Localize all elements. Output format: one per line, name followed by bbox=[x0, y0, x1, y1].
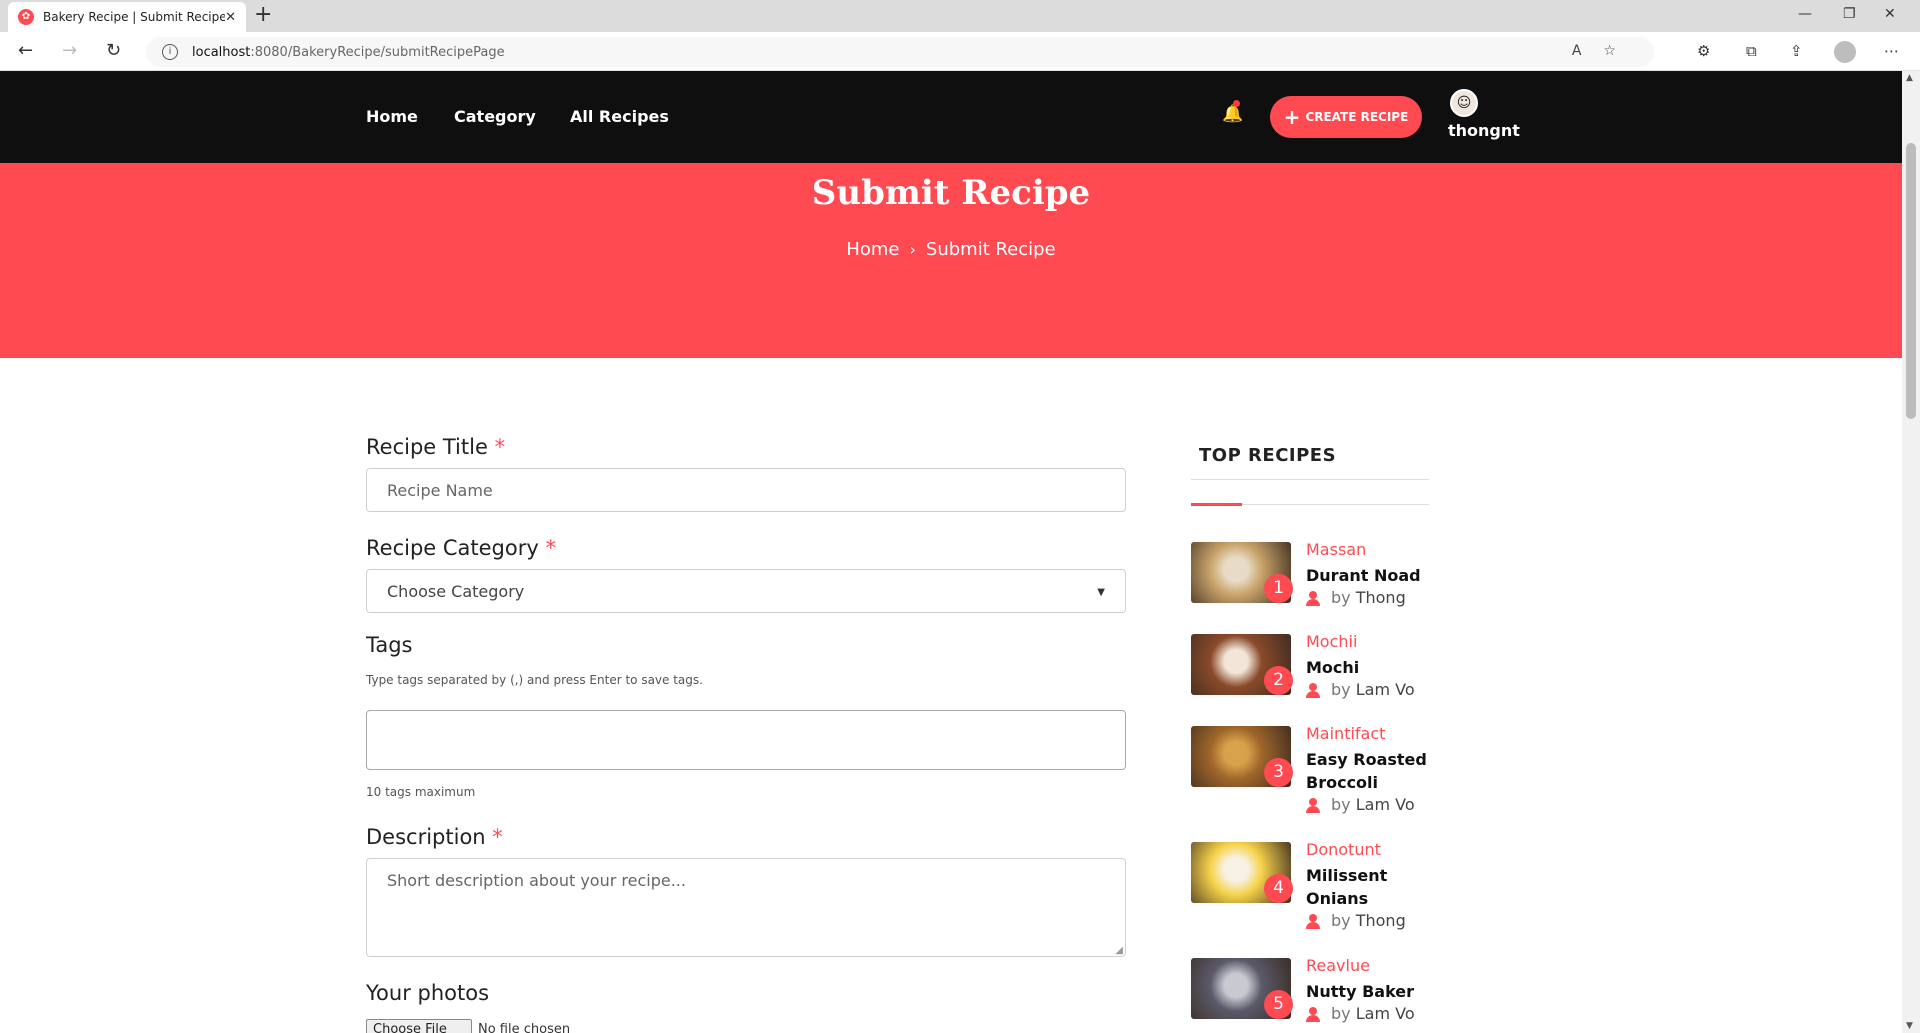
bakery-logo-icon: ✿ bbox=[18, 9, 34, 25]
user-icon bbox=[1306, 797, 1320, 813]
description-label: Description * bbox=[366, 825, 503, 849]
new-tab-icon[interactable]: + bbox=[254, 4, 272, 26]
reload-icon[interactable]: ↻ bbox=[106, 41, 121, 61]
profile-icon[interactable] bbox=[1834, 41, 1856, 63]
user-icon bbox=[1306, 1006, 1320, 1022]
avatar[interactable]: ☺ bbox=[1450, 89, 1478, 117]
choose-file-button[interactable]: Choose File bbox=[366, 1019, 472, 1033]
top-recipes-title: TOP RECIPES bbox=[1199, 445, 1337, 466]
recipe-name[interactable]: Mochi bbox=[1306, 656, 1436, 679]
create-recipe-button[interactable]: + CREATE RECIPE bbox=[1270, 96, 1422, 138]
site-info-icon[interactable]: i bbox=[162, 44, 178, 60]
plus-icon: + bbox=[1283, 105, 1301, 129]
recipe-name[interactable]: Easy Roasted Broccoli bbox=[1306, 748, 1436, 794]
photos-label: Your photos bbox=[366, 981, 490, 1005]
page-title: Submit Recipe bbox=[811, 173, 1091, 213]
recipe-category[interactable]: Massan bbox=[1306, 540, 1366, 559]
url-host: localhost bbox=[192, 44, 251, 60]
username[interactable]: thongnt bbox=[1448, 121, 1520, 140]
scroll-up-icon[interactable]: ▲ bbox=[1906, 73, 1913, 83]
author-prefix: by bbox=[1331, 911, 1356, 930]
url-path: :8080/BakeryRecipe/submitRecipePage bbox=[250, 44, 505, 60]
author-name: Lam Vo bbox=[1355, 680, 1415, 699]
recipe-rank-badge: 5 bbox=[1264, 990, 1293, 1019]
recipe-rank-badge: 4 bbox=[1264, 874, 1293, 903]
title-accent bbox=[1191, 503, 1242, 506]
breadcrumb-home[interactable]: Home bbox=[846, 239, 899, 260]
more-menu-icon[interactable]: ⋯ bbox=[1884, 42, 1899, 60]
author-prefix: by bbox=[1331, 1004, 1356, 1023]
user-icon bbox=[1306, 590, 1320, 606]
author-prefix: by bbox=[1331, 795, 1356, 814]
breadcrumb-current: Submit Recipe bbox=[925, 239, 1056, 260]
extensions-icon[interactable]: ⚙ bbox=[1697, 42, 1710, 60]
breadcrumb: Home › Submit Recipe bbox=[0, 239, 1902, 260]
recipe-category[interactable]: Reavlue bbox=[1306, 956, 1370, 975]
close-window-icon[interactable]: ✕ bbox=[1884, 6, 1896, 22]
restore-icon[interactable]: ❐ bbox=[1843, 6, 1856, 22]
recipe-rank-badge: 3 bbox=[1264, 758, 1293, 787]
site-header: Home Category All Recipes 🔔 + CREATE REC… bbox=[0, 71, 1902, 163]
recipe-category[interactable]: Donotunt bbox=[1306, 840, 1381, 859]
recipe-rank-badge: 2 bbox=[1264, 666, 1293, 695]
close-tab-icon[interactable]: ✕ bbox=[225, 10, 236, 25]
recipe-name[interactable]: Durant Noad bbox=[1306, 564, 1436, 587]
nav-home[interactable]: Home bbox=[366, 107, 418, 126]
bell-icon[interactable]: 🔔 bbox=[1222, 104, 1243, 124]
author-name: Lam Vo bbox=[1355, 795, 1415, 814]
address-bar: ← → ↻ i localhost:8080/BakeryRecipe/subm… bbox=[0, 32, 1920, 71]
browser-tab-strip: ✿ Bakery Recipe | Submit Recipes ✕ + — ❐… bbox=[0, 0, 1920, 32]
author-name: Thong bbox=[1355, 588, 1406, 607]
recipe-author: by Thong bbox=[1306, 588, 1406, 607]
recipe-title-input[interactable]: Recipe Name bbox=[366, 468, 1126, 512]
tags-input[interactable] bbox=[366, 710, 1126, 770]
forward-icon[interactable]: → bbox=[62, 41, 77, 61]
tags-hint: Type tags separated by (,) and press Ent… bbox=[366, 673, 703, 687]
recipe-author: by Lam Vo bbox=[1306, 1004, 1415, 1023]
nav-all-recipes[interactable]: All Recipes bbox=[570, 107, 669, 126]
page-hero: Submit Recipe Home › Submit Recipe bbox=[0, 163, 1902, 358]
recipe-category[interactable]: Maintifact bbox=[1306, 724, 1385, 743]
recipe-rank-badge: 1 bbox=[1264, 574, 1293, 603]
recipe-author: by Lam Vo bbox=[1306, 795, 1415, 814]
minimize-icon[interactable]: — bbox=[1798, 6, 1812, 22]
recipe-category-label: Recipe Category * bbox=[366, 536, 556, 560]
file-status: No file chosen bbox=[478, 1022, 571, 1033]
recipe-title-label: Recipe Title * bbox=[366, 435, 506, 459]
scroll-down-icon[interactable]: ▼ bbox=[1906, 1021, 1913, 1031]
user-icon bbox=[1306, 682, 1320, 698]
tags-label: Tags bbox=[366, 633, 413, 657]
divider bbox=[1191, 479, 1429, 480]
recipe-category[interactable]: Mochii bbox=[1306, 632, 1357, 651]
url-field[interactable]: i localhost:8080/BakeryRecipe/submitReci… bbox=[146, 37, 1654, 67]
author-prefix: by bbox=[1331, 588, 1356, 607]
page-scrollbar[interactable]: ▲ ▼ bbox=[1902, 71, 1920, 1033]
description-textarea[interactable]: Short description about your recipe... ◢ bbox=[366, 858, 1126, 957]
collections-icon[interactable]: ⧉ bbox=[1746, 42, 1757, 60]
back-icon[interactable]: ← bbox=[18, 41, 33, 61]
author-name: Thong bbox=[1355, 911, 1406, 930]
share-icon[interactable]: ⇪ bbox=[1790, 42, 1803, 60]
caret-down-icon: ▼ bbox=[1097, 587, 1105, 598]
tags-max-hint: 10 tags maximum bbox=[366, 785, 476, 799]
recipe-category-select[interactable]: Choose Category ▼ bbox=[366, 569, 1126, 613]
create-recipe-label: CREATE RECIPE bbox=[1305, 110, 1409, 124]
author-prefix: by bbox=[1331, 680, 1356, 699]
resize-handle-icon[interactable]: ◢ bbox=[1115, 945, 1123, 956]
tab-title: Bakery Recipe | Submit Recipes bbox=[43, 10, 226, 24]
read-aloud-favorite-icons[interactable]: A☆ bbox=[1572, 43, 1638, 59]
recipe-name[interactable]: Milissent Onians bbox=[1306, 864, 1436, 910]
recipe-author: by Lam Vo bbox=[1306, 680, 1415, 699]
recipe-name[interactable]: Nutty Baker bbox=[1306, 980, 1436, 1003]
nav-category[interactable]: Category bbox=[454, 107, 536, 126]
author-name: Lam Vo bbox=[1355, 1004, 1415, 1023]
notification-dot bbox=[1233, 100, 1240, 107]
chevron-right-icon: › bbox=[909, 240, 916, 259]
scrollbar-thumb[interactable] bbox=[1906, 143, 1916, 419]
user-icon bbox=[1306, 913, 1320, 929]
recipe-author: by Thong bbox=[1306, 911, 1406, 930]
browser-tab[interactable]: ✿ Bakery Recipe | Submit Recipes ✕ bbox=[8, 2, 246, 32]
